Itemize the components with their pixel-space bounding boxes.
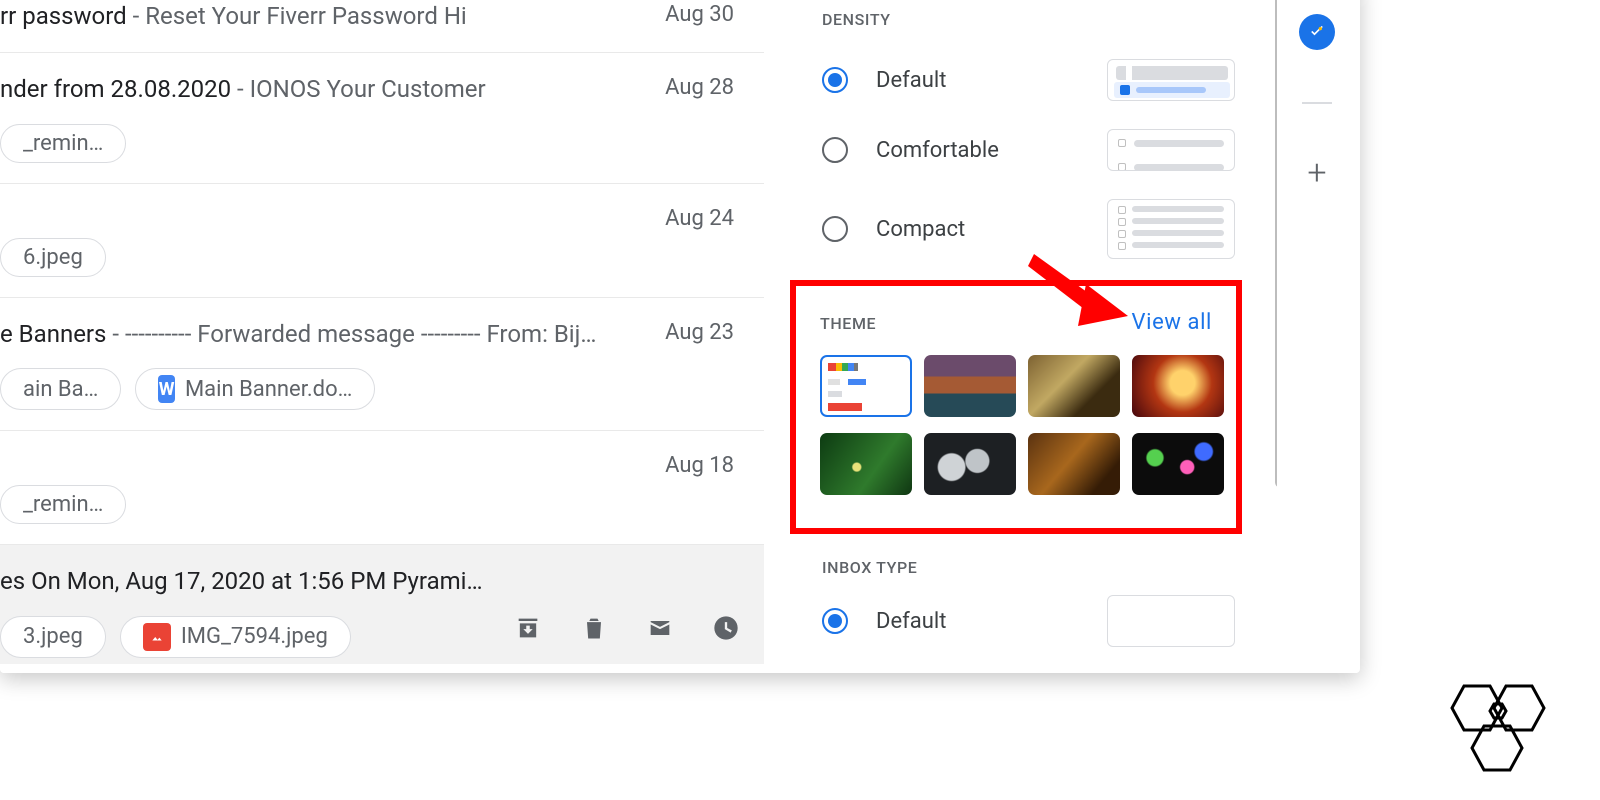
email-row[interactable]: Aug 18 _remin… — [0, 430, 764, 544]
attachment-chip[interactable]: _remin… — [0, 124, 126, 163]
inbox-preview — [1107, 595, 1235, 647]
radio-icon — [822, 137, 848, 163]
attachment-chip[interactable]: W Main Banner.do… — [135, 368, 375, 410]
density-option-compact[interactable]: Compact — [790, 185, 1267, 273]
theme-thumbnails — [820, 355, 1212, 495]
density-preview-compact — [1107, 199, 1235, 259]
attachment-chip[interactable]: 3.jpeg — [0, 616, 106, 658]
theme-thumb[interactable] — [1028, 433, 1120, 495]
radio-selected-icon — [822, 67, 848, 93]
density-preview-default — [1107, 59, 1235, 101]
tasks-icon[interactable] — [1299, 14, 1335, 50]
attachment-chip[interactable]: ain Ba… — [0, 368, 121, 410]
email-date: Aug 24 — [665, 206, 734, 231]
get-addons-icon[interactable]: + — [1307, 156, 1326, 190]
theme-thumb[interactable] — [820, 433, 912, 495]
email-subject: e Banners - ---------- Forwarded message… — [0, 318, 740, 350]
theme-thumb[interactable] — [924, 433, 1016, 495]
addons-side-rail: + — [1277, 0, 1357, 673]
attachment-chip[interactable]: _remin… — [0, 485, 126, 524]
image-file-icon — [143, 623, 171, 651]
theme-thumb[interactable] — [924, 355, 1016, 417]
theme-view-all-link[interactable]: View all — [1132, 310, 1212, 335]
email-date: Aug 28 — [665, 75, 734, 100]
section-header-density: DENSITY — [790, 10, 1267, 29]
density-preview-comfortable — [1107, 129, 1235, 171]
radio-icon — [822, 216, 848, 242]
section-header-theme: THEME View all — [820, 310, 1212, 335]
email-row[interactable]: nder from 28.08.2020 - IONOS Your Custom… — [0, 52, 764, 182]
archive-icon[interactable] — [514, 614, 542, 646]
row-hover-toolbar — [514, 614, 740, 646]
email-date: Aug 18 — [665, 453, 734, 478]
density-option-comfortable[interactable]: Comfortable — [790, 115, 1267, 185]
word-doc-icon: W — [158, 375, 175, 403]
quick-settings-panel: DENSITY Default Comfortable Compact — [790, 0, 1267, 673]
theme-thumb[interactable] — [1132, 355, 1224, 417]
hexagon-logo-icon — [1434, 668, 1564, 782]
rail-divider — [1302, 102, 1332, 104]
attachment-chip[interactable]: IMG_7594.jpeg — [120, 616, 351, 658]
theme-thumb-default[interactable] — [820, 355, 912, 417]
email-subject: rr password - Reset Your Fiverr Password… — [0, 0, 740, 32]
density-option-default[interactable]: Default — [790, 45, 1267, 115]
delete-icon[interactable] — [580, 614, 608, 646]
attachment-chip[interactable]: 6.jpeg — [0, 238, 106, 277]
section-header-inbox-type: INBOX TYPE Default — [790, 558, 1267, 647]
email-row[interactable]: Aug 24 6.jpeg — [0, 183, 764, 297]
email-subject: nder from 28.08.2020 - IONOS Your Custom… — [0, 73, 740, 105]
theme-thumb[interactable] — [1028, 355, 1120, 417]
email-row[interactable]: rr password - Reset Your Fiverr Password… — [0, 0, 764, 52]
mark-read-icon[interactable] — [646, 614, 674, 646]
theme-thumb[interactable] — [1132, 433, 1224, 495]
screenshot-card: rr password - Reset Your Fiverr Password… — [0, 0, 1360, 673]
snooze-icon[interactable] — [712, 614, 740, 646]
email-list: rr password - Reset Your Fiverr Password… — [0, 0, 764, 673]
email-row[interactable]: e Banners - ---------- Forwarded message… — [0, 297, 764, 430]
email-subject: es On Mon, Aug 17, 2020 at 1:56 PM Pyram… — [0, 565, 740, 597]
radio-selected-icon — [822, 608, 848, 634]
email-date: Aug 30 — [665, 2, 734, 27]
theme-section-highlighted: THEME View all — [790, 280, 1242, 534]
inbox-option-default[interactable]: Default — [822, 577, 1235, 647]
email-row[interactable]: es On Mon, Aug 17, 2020 at 1:56 PM Pyram… — [0, 544, 764, 664]
email-date: Aug 23 — [665, 320, 734, 345]
